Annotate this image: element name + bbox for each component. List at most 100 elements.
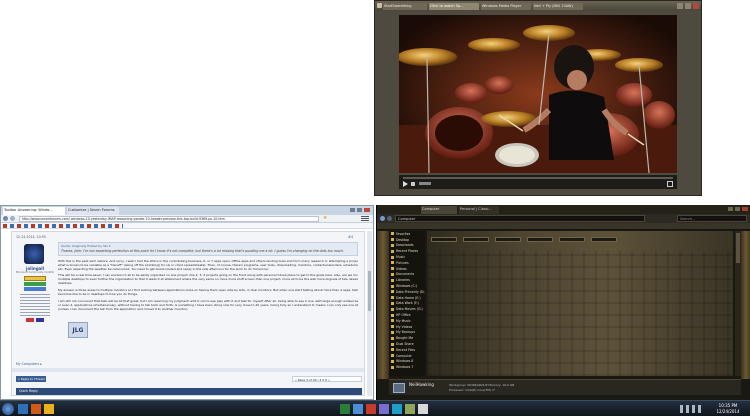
reply-to-thread-button[interactable]: « Reply to Thread xyxy=(16,376,46,382)
bookmark-icons[interactable] xyxy=(3,224,123,228)
sidebar-item-label: Data Primarily (D:) xyxy=(396,289,425,294)
browser-tab-active[interactable]: Toolbar Answering: Windo... xyxy=(3,207,65,215)
forum-page: 12-24-2014, 10:35 #4 jolingall Microsoft… xyxy=(11,231,365,396)
computer-icon xyxy=(393,383,405,393)
forward-icon[interactable] xyxy=(10,216,15,221)
drive-tile[interactable] xyxy=(495,237,521,242)
folder-icon xyxy=(391,307,394,311)
drive-tile[interactable] xyxy=(463,237,489,242)
forward-icon[interactable] xyxy=(387,216,392,221)
sidebar-item-label: Windows 8 xyxy=(396,359,414,364)
avatar[interactable] xyxy=(24,244,44,264)
system-tray[interactable] xyxy=(680,405,704,413)
taskbar-app-icon[interactable] xyxy=(418,404,428,414)
taskbar-app-icon[interactable] xyxy=(31,404,41,414)
player-tab-1[interactable]: StartSomething xyxy=(383,3,427,10)
close-icon[interactable] xyxy=(742,207,748,211)
body-text: With this in the past we'll restore. And… xyxy=(58,259,358,311)
drive-tile[interactable] xyxy=(431,237,457,242)
sidebar-item-label: Pictures xyxy=(396,260,409,265)
video-area[interactable] xyxy=(399,15,677,173)
user-stats xyxy=(20,294,50,316)
scroll-thumb[interactable] xyxy=(736,233,740,263)
back-icon[interactable] xyxy=(380,216,385,221)
content-header-row xyxy=(427,237,733,245)
my-computers-link[interactable]: My Computers ▸ xyxy=(16,362,76,366)
taskbar-app-icon[interactable] xyxy=(405,404,415,414)
folder-icon xyxy=(391,354,394,358)
media-player-window[interactable]: StartSomething Click to watch Sp... Wind… xyxy=(374,0,702,196)
player-tab-2[interactable]: Click to watch Sp... xyxy=(429,3,479,10)
explorer-address-field[interactable]: Computer xyxy=(395,215,645,222)
taskbar-app-icon[interactable] xyxy=(366,404,376,414)
fullscreen-icon[interactable] xyxy=(667,181,673,187)
sidebar-item-label: Desktop xyxy=(396,237,410,242)
explorer-tab-active[interactable]: Computer xyxy=(421,206,457,214)
clock-time[interactable]: 10:35 PM xyxy=(708,403,748,408)
seek-bar[interactable] xyxy=(403,177,673,179)
folder-icon xyxy=(391,325,394,329)
stop-icon[interactable] xyxy=(411,182,415,186)
minimize-icon[interactable] xyxy=(350,208,355,212)
quote-text: Thanks, John. I'm not expecting perfecti… xyxy=(61,249,344,253)
folder-icon xyxy=(391,255,394,259)
explorer-search-field[interactable]: Search... xyxy=(677,215,747,222)
user-flag-icon xyxy=(26,318,34,322)
reply-line: (unless I can document the tab from the … xyxy=(58,307,189,311)
maximize-icon[interactable] xyxy=(357,208,362,212)
sidebar-item-label: My Music xyxy=(396,318,411,323)
taskbar-app-icon[interactable] xyxy=(18,404,28,414)
play-icon[interactable] xyxy=(403,181,408,187)
folder-icon xyxy=(391,301,394,305)
maximize-icon[interactable] xyxy=(735,207,740,211)
star-icon[interactable]: ★ xyxy=(323,216,328,221)
post-number[interactable]: #4 xyxy=(348,235,360,239)
explorer-tab-2[interactable]: Personal | Classi... xyxy=(459,206,499,214)
user-flag-icon-2 xyxy=(36,318,44,322)
scroll-thumb[interactable] xyxy=(368,271,371,311)
browser-tab-strip: Toolbar Answering: Windo... Customize | … xyxy=(1,206,373,215)
menu-icon[interactable] xyxy=(361,216,369,221)
volume-icon[interactable] xyxy=(419,182,431,185)
folder-icon xyxy=(391,348,394,352)
browser-tab-2[interactable]: Customize | Seven Forums xyxy=(67,207,119,215)
taskbar-app-icon[interactable] xyxy=(340,404,350,414)
forum-browser-window[interactable]: Toolbar Answering: Windo... Customize | … xyxy=(0,205,374,400)
folder-icon xyxy=(391,290,394,294)
url-field[interactable]: http://www.sevenforums.com/ windows-10-y… xyxy=(19,216,319,222)
taskbar-app-icon[interactable] xyxy=(392,404,402,414)
close-icon[interactable] xyxy=(364,208,370,212)
folder-icon xyxy=(391,267,394,271)
sidebar-item-label: Recent Places xyxy=(396,249,419,254)
player-tab-4[interactable]: Neil + Ply (IMG 23AW) xyxy=(533,3,583,10)
sidebar-item-label: Libraries xyxy=(396,278,410,283)
drive-tile[interactable] xyxy=(591,237,617,242)
minimize-icon[interactable] xyxy=(728,207,733,211)
browser-scrollbar[interactable] xyxy=(367,231,372,396)
sidebar-item[interactable]: Windows 7 xyxy=(389,364,425,370)
taskbar-app-icon[interactable] xyxy=(44,404,54,414)
sidebar-item-label: Windows 7 xyxy=(396,365,414,370)
explorer-window[interactable]: Computer Personal | Classi... Computer S… xyxy=(376,205,750,400)
window-controls[interactable] xyxy=(677,3,699,9)
maximize-icon[interactable] xyxy=(685,3,691,9)
folder-icon xyxy=(391,249,394,253)
close-icon[interactable] xyxy=(693,3,699,9)
quote-header[interactable]: Quote: Originally Posted by Ten ▾ xyxy=(61,244,181,248)
minimize-icon[interactable] xyxy=(677,3,683,9)
taskbar-app-icon[interactable] xyxy=(353,404,363,414)
drive-tile[interactable] xyxy=(559,237,585,242)
player-tab-3[interactable]: Windows Media Player xyxy=(481,3,531,10)
pagination[interactable]: « Page 4 of 40 | 4 5 6 » xyxy=(292,376,362,382)
drive-tile[interactable] xyxy=(527,237,553,242)
reply-line: becomes like to be in desktops to how yo… xyxy=(58,292,138,296)
taskbar-app-icon[interactable] xyxy=(379,404,389,414)
quick-reply-bar[interactable]: Quick Reply xyxy=(16,388,362,395)
folder-icon xyxy=(391,284,394,288)
app-menu-icon[interactable] xyxy=(377,3,382,8)
clock-date[interactable]: 12/24/2014 xyxy=(708,409,748,414)
post-footer-bar xyxy=(12,368,364,372)
sidebar-item-label: Downloads xyxy=(396,243,414,248)
back-icon[interactable] xyxy=(3,216,8,221)
start-button[interactable] xyxy=(2,403,14,415)
